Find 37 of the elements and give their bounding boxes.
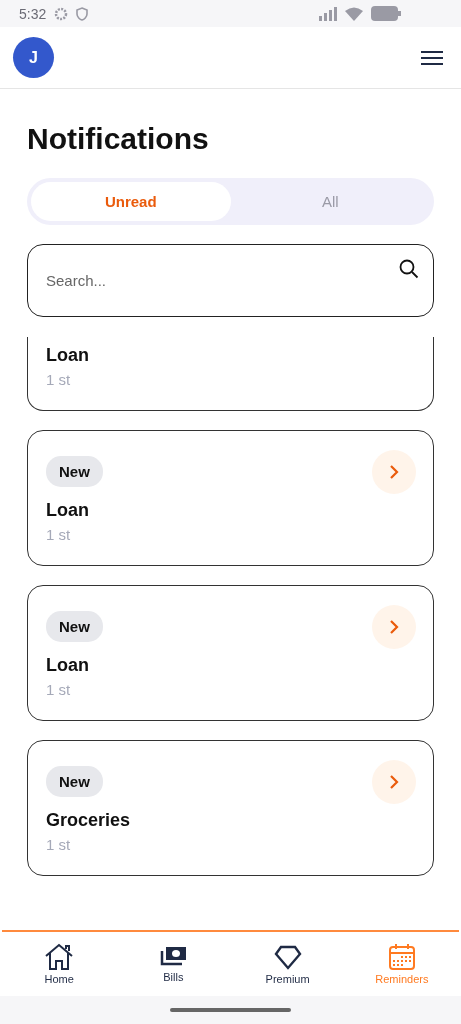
notification-title: Groceries [46, 810, 132, 831]
notification-card[interactable]: New Loan 1 st [27, 430, 434, 566]
home-indicator[interactable] [170, 1008, 291, 1012]
notification-card[interactable]: New Loan 1 st [27, 585, 434, 721]
nav-item[interactable]: Home [2, 932, 117, 996]
house-icon [44, 943, 75, 971]
wifi-icon [345, 6, 363, 21]
signal-icon [319, 6, 337, 21]
nav-item[interactable]: Premium [230, 932, 345, 996]
notification-subtitle: 1 st [46, 681, 72, 698]
page-title: Notifications [27, 122, 210, 156]
status-time: 5:32 [19, 5, 47, 22]
notification-card[interactable]: New Groceries 1 st [27, 740, 434, 876]
diamond-icon [273, 943, 302, 971]
notification-subtitle: 1 st [46, 836, 72, 853]
chevron-right-icon[interactable] [372, 605, 416, 649]
search-field[interactable]: Search... [27, 244, 434, 317]
notification-title: Loan [46, 500, 90, 521]
nav-item[interactable]: Bills [116, 932, 231, 996]
notification-title: Loan [46, 655, 90, 676]
chevron-right-icon[interactable] [372, 450, 416, 494]
notification-title: Loan [46, 345, 90, 366]
chevron-right-icon[interactable] [372, 760, 416, 804]
tab[interactable]: Unread [31, 182, 231, 221]
new-badge: New [46, 766, 103, 797]
search-icon[interactable] [399, 259, 419, 279]
new-badge: New [46, 456, 103, 487]
avatar[interactable]: J [13, 37, 54, 78]
shield-icon [76, 6, 89, 21]
calendar-icon [387, 943, 416, 971]
notification-subtitle: 1 st [46, 526, 72, 543]
notification-subtitle: 1 st [46, 371, 72, 388]
menu-icon[interactable] [420, 49, 444, 66]
gear-icon [54, 6, 69, 21]
new-badge: New [46, 611, 103, 642]
battery-icon [371, 6, 401, 21]
notification-card[interactable]: Loan 1 st [27, 337, 434, 411]
